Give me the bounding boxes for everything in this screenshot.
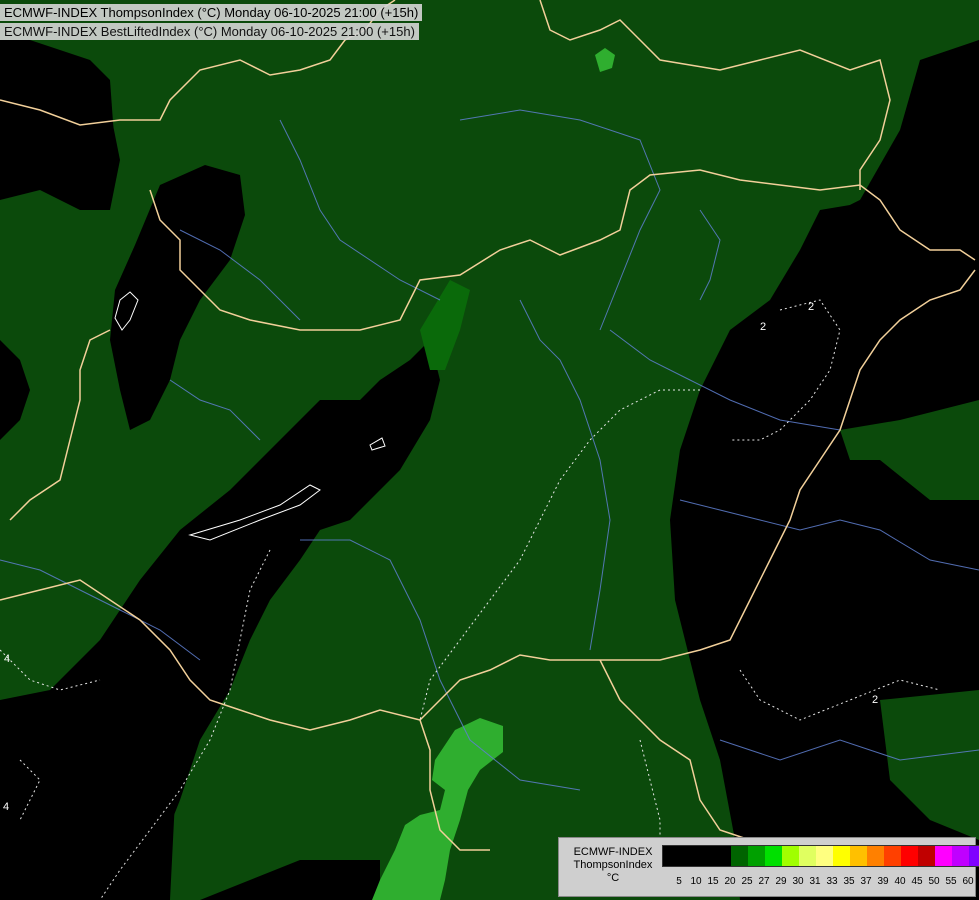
legend-title-line2: ThompsonIndex	[573, 859, 653, 871]
legend-unit: °C	[606, 872, 620, 884]
legend-tick-label: 35	[843, 876, 855, 887]
legend-swatch	[765, 846, 782, 866]
legend-tick-label: 30	[792, 876, 804, 887]
map-canvas: 2 2 2 4 4	[0, 0, 979, 900]
legend-swatch	[884, 846, 901, 866]
legend-swatch	[731, 846, 748, 866]
legend-title-line1: ECMWF-INDEX	[573, 846, 653, 858]
legend-tick-label: 60	[962, 876, 974, 887]
legend-swatch	[918, 846, 935, 866]
legend-swatch	[850, 846, 867, 866]
legend-color-bar	[662, 845, 979, 867]
contour-label: 2	[872, 694, 878, 706]
map-title-thompson-index: ECMWF-INDEX ThompsonIndex (°C) Monday 06…	[0, 4, 423, 21]
legend-tick-label: 5	[676, 876, 682, 887]
legend-swatch	[799, 846, 816, 866]
legend-swatch	[867, 846, 884, 866]
legend-tick-label: 27	[758, 876, 770, 887]
legend-tick-label: 20	[724, 876, 736, 887]
legend-tick-label: 37	[860, 876, 872, 887]
weather-map: 2 2 2 4 4 ECMWF-INDEX ThompsonIndex (°C)…	[0, 0, 979, 900]
legend-swatch	[816, 846, 833, 866]
map-title-best-lifted-index: ECMWF-INDEX BestLiftedIndex (°C) Monday …	[0, 23, 419, 40]
legend-tick-label: 39	[877, 876, 889, 887]
color-scale-legend: ECMWF-INDEX ThompsonIndex °C 5 10 15 20 25 27…	[558, 837, 979, 897]
contour-label: 2	[760, 321, 766, 333]
legend-tick-label: 40	[894, 876, 906, 887]
legend-tick-label: 45	[911, 876, 923, 887]
legend-swatch	[663, 846, 680, 866]
contour-label: 4	[4, 653, 10, 665]
legend-swatch	[833, 846, 850, 866]
legend-swatch	[714, 846, 731, 866]
legend-tick-label: 50	[928, 876, 940, 887]
legend-swatch	[969, 846, 979, 866]
legend-tick-label: 33	[826, 876, 838, 887]
legend-tick-labels: 5 10 15 20 25 27 29 30 31 33 35 37 39 40 45 50 55 60	[662, 876, 979, 890]
contour-label: 2	[808, 301, 814, 313]
legend-tick-label: 15	[707, 876, 719, 887]
legend-swatch	[680, 846, 697, 866]
legend-swatch	[697, 846, 714, 866]
legend-tick-label: 29	[775, 876, 787, 887]
legend-swatch	[952, 846, 969, 866]
contour-label: 4	[3, 801, 9, 813]
legend-tick-label: 10	[690, 876, 702, 887]
legend-tick-label: 31	[809, 876, 821, 887]
legend-tick-label: 55	[945, 876, 957, 887]
legend-swatch	[748, 846, 765, 866]
legend-tick-label: 25	[741, 876, 753, 887]
legend-swatch	[935, 846, 952, 866]
legend-title: ECMWF-INDEX ThompsonIndex °C	[565, 846, 661, 885]
legend-swatch	[901, 846, 918, 866]
legend-swatch	[782, 846, 799, 866]
